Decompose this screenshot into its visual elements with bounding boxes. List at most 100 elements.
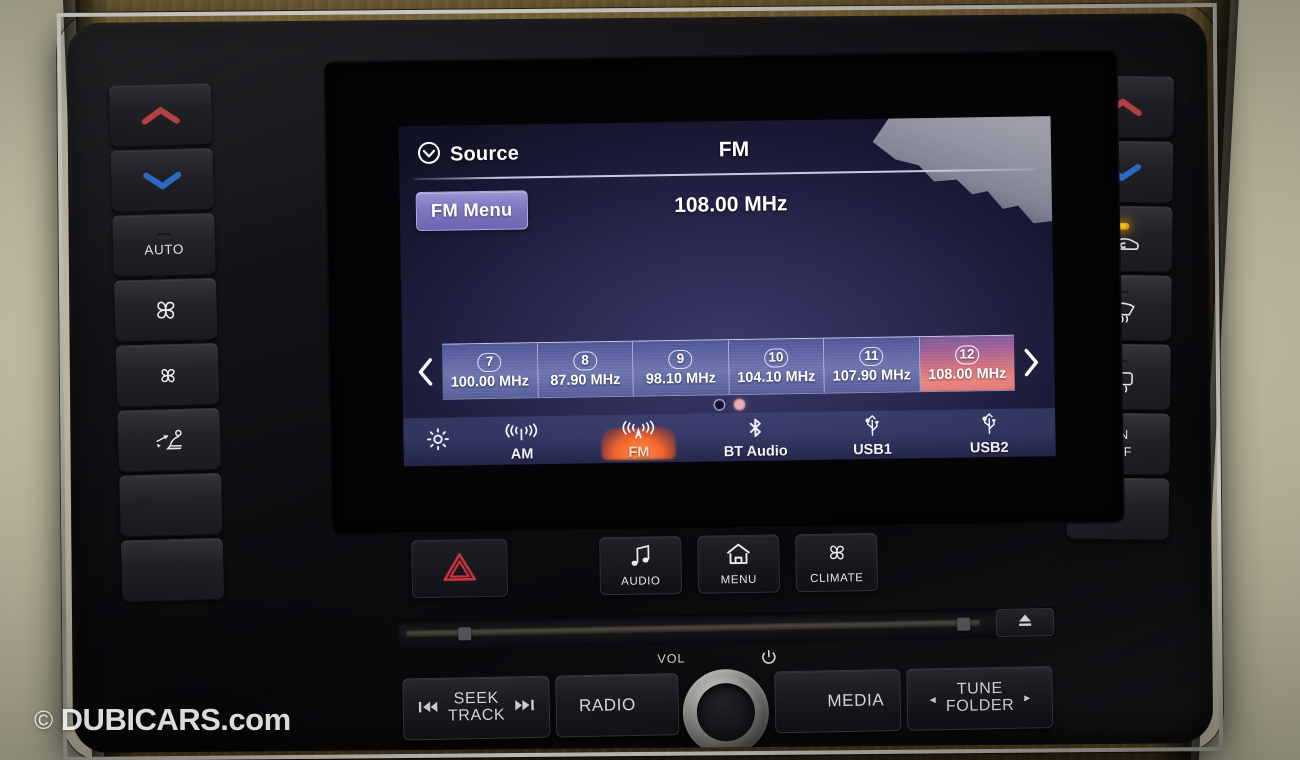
preset-number: 11 (859, 346, 884, 366)
gear-icon (425, 427, 450, 457)
home-icon (725, 542, 751, 571)
preset-frequency: 108.00 MHz (928, 365, 1007, 383)
tune-label-line1: TUNE (956, 680, 1003, 699)
hazard-lights-button[interactable] (411, 538, 509, 599)
display-housing: Source FM FM Menu 108.00 MHz 7 100.00 MH… (325, 51, 1123, 534)
preset-number: 10 (763, 347, 789, 368)
page-dot-1[interactable] (714, 400, 724, 410)
preset-frequency: 87.90 MHz (550, 371, 621, 389)
skip-back-icon (418, 699, 438, 718)
seek-label-line2: TRACK (447, 706, 506, 725)
head-unit-photo: AUTO Source FM FM Menu 108.00 MHz 7 100.… (0, 0, 1300, 760)
menu-button-label: MENU (720, 573, 758, 587)
media-button-label: MEDIA (827, 690, 885, 711)
usb-icon (979, 412, 999, 438)
climate-button-label: CLIMATE (810, 572, 864, 585)
left-blank-button-2[interactable] (120, 537, 225, 603)
preset-item-active[interactable]: 12 108.00 MHz (919, 335, 1015, 392)
cd-slot[interactable] (395, 606, 1057, 650)
watermark: © DUBICARS.com (34, 702, 291, 738)
airflow-mode-button[interactable] (117, 407, 221, 473)
display-subheader: FM Menu 108.00 MHz (400, 180, 1053, 236)
radio-button-label: RADIO (578, 695, 637, 716)
watermark-text: DUBICARS.com (60, 702, 291, 737)
fan-speed-up-button[interactable] (113, 277, 218, 343)
preset-frequency: 107.90 MHz (832, 366, 912, 385)
preset-next-arrow[interactable] (1014, 334, 1049, 391)
source-item-usb1[interactable]: USB1 (814, 412, 931, 459)
preset-frequency: 98.10 MHz (645, 369, 716, 388)
power-icon (760, 649, 777, 671)
fan-icon (824, 540, 849, 569)
music-note-icon (629, 543, 651, 572)
fm-radio-wave-icon (621, 419, 655, 444)
seek-track-button[interactable]: SEEK TRACK (402, 675, 551, 741)
preset-item[interactable]: 7 100.00 MHz (442, 343, 539, 399)
left-temp-up-button[interactable] (108, 82, 213, 148)
airflow-seat-icon (152, 427, 187, 454)
menu-button[interactable]: MENU (697, 534, 781, 594)
source-item-am[interactable]: AM (463, 417, 580, 464)
tune-next-arrow-icon[interactable]: ▸ (1024, 690, 1030, 704)
preset-number: 12 (954, 344, 980, 365)
left-temp-down-button[interactable] (110, 147, 215, 213)
usb-icon (862, 414, 882, 440)
media-button[interactable]: MEDIA (774, 668, 902, 734)
volume-power-knob[interactable] (682, 668, 770, 753)
preset-frequency: 104.10 MHz (737, 368, 816, 386)
am-radio-wave-icon (505, 421, 539, 446)
fan-speed-down-button[interactable] (115, 342, 220, 408)
source-item-bt-audio[interactable]: BT Audio (697, 413, 814, 460)
tune-folder-button[interactable]: ◂ TUNE FOLDER ▸ (906, 666, 1054, 731)
seek-label-line1: SEEK (453, 689, 499, 708)
preset-item[interactable]: 9 98.10 MHz (632, 340, 730, 396)
preset-prev-arrow[interactable] (408, 344, 443, 401)
preset-item[interactable]: 11 107.90 MHz (823, 337, 921, 393)
skip-forward-icon (515, 697, 535, 716)
preset-number: 7 (477, 352, 502, 372)
source-item-fm-active[interactable]: FM (580, 415, 697, 462)
preset-item[interactable]: 8 87.90 MHz (537, 341, 634, 398)
auto-climate-button[interactable]: AUTO (112, 212, 216, 278)
preset-number: 9 (668, 349, 693, 369)
fan-small-icon (156, 363, 180, 387)
settings-button[interactable] (411, 426, 463, 457)
tune-prev-arrow-icon[interactable]: ◂ (930, 692, 936, 706)
preset-list: 7 100.00 MHz 8 87.90 MHz 9 98.10 MHz 10 … (441, 334, 1015, 400)
cd-slot-opening (406, 619, 981, 638)
hard-button-row: AUDIO MENU CLIMATE (329, 527, 1130, 602)
climate-button[interactable]: CLIMATE (795, 532, 879, 593)
tune-label-line2: FOLDER (945, 696, 1015, 716)
display-header: Source FM (399, 124, 1052, 176)
cd-slot-tab-left (458, 627, 472, 641)
left-blank-button-1[interactable] (119, 472, 223, 538)
bluetooth-icon (744, 416, 766, 442)
radio-button[interactable]: RADIO (555, 673, 680, 738)
source-item-usb2[interactable]: USB2 (930, 410, 1047, 457)
source-label-usb2: USB2 (969, 439, 1009, 456)
source-selection-bar: AM FM BT Audio USB1 USB2 (403, 408, 1056, 467)
source-items: AM FM BT Audio USB1 USB2 (463, 410, 1048, 464)
source-label-am: AM (510, 445, 534, 463)
infotainment-display[interactable]: Source FM FM Menu 108.00 MHz 7 100.00 MH… (398, 116, 1056, 467)
chevron-up-icon (140, 105, 181, 126)
current-mode-label: FM (718, 137, 750, 162)
page-dot-2-active[interactable] (734, 399, 744, 410)
source-label-bt-audio: BT Audio (723, 442, 788, 460)
source-label-usb1: USB1 (853, 441, 892, 458)
auto-led-indicator (156, 232, 172, 241)
copyright-symbol: © (34, 704, 53, 735)
cd-eject-button[interactable] (995, 607, 1055, 638)
preset-item[interactable]: 10 104.10 MHz (728, 338, 825, 395)
preset-frequency: 100.00 MHz (450, 372, 530, 391)
fan-large-icon (150, 295, 181, 326)
head-unit-body: AUTO Source FM FM Menu 108.00 MHz 7 100.… (66, 13, 1214, 753)
hazard-triangle-icon (442, 550, 477, 588)
cd-slot-tab-right (956, 617, 971, 631)
eject-icon (1017, 612, 1033, 633)
left-climate-button-column: AUTO (108, 82, 225, 603)
source-label-fm: FM (628, 443, 650, 461)
audio-button[interactable]: AUDIO (599, 535, 683, 596)
preset-strip: 7 100.00 MHz 8 87.90 MHz 9 98.10 MHz 10 … (402, 334, 1055, 400)
auto-button-label: AUTO (144, 241, 185, 258)
